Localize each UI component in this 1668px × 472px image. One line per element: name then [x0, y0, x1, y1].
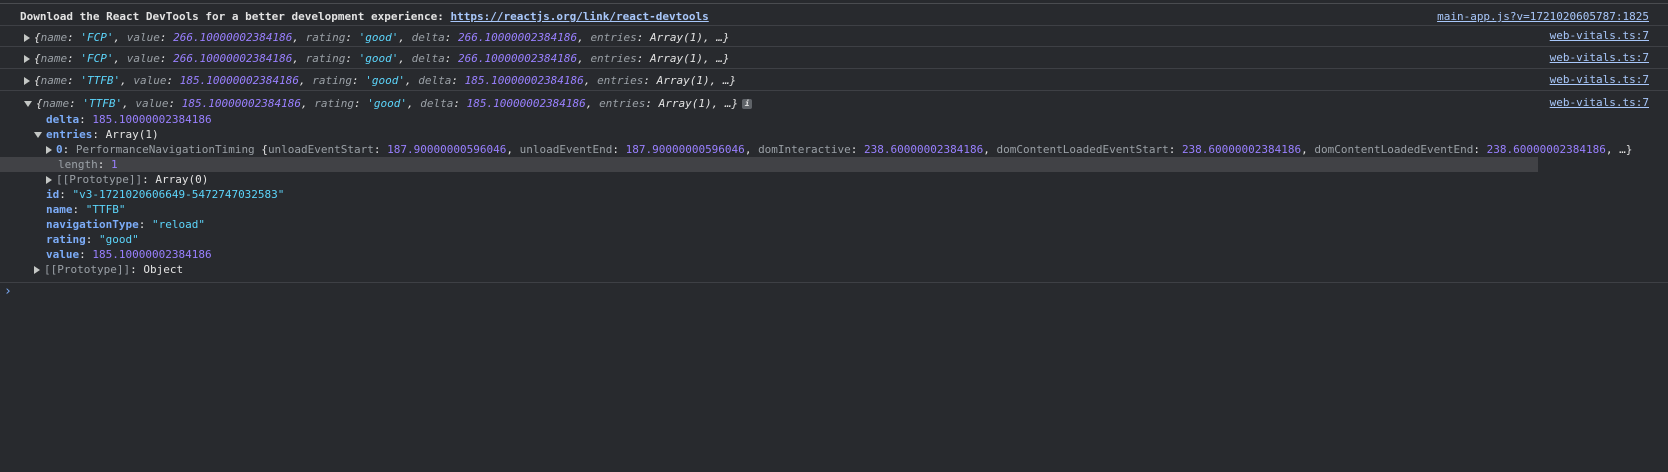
expand-triangle-icon[interactable]	[34, 266, 40, 274]
expand-triangle-icon[interactable]	[24, 77, 30, 85]
log-separator	[0, 25, 1668, 26]
collapse-triangle-icon[interactable]	[24, 101, 32, 107]
log-separator	[0, 90, 1668, 91]
prop-object-prototype[interactable]: [[Prototype]]: Object	[34, 262, 1668, 277]
log-source-link[interactable]: web-vitals.ts:7	[1550, 28, 1649, 43]
react-devtools-banner: Download the React DevTools for a better…	[20, 9, 1668, 24]
log-separator	[0, 46, 1668, 47]
log-separator	[0, 282, 1668, 283]
prop-delta: delta: 185.10000002384186	[46, 113, 212, 126]
console-prompt-icon[interactable]: ›	[4, 284, 12, 299]
prop-name: name: "TTFB"	[46, 203, 126, 216]
log-source-link[interactable]: web-vitals.ts:7	[1550, 50, 1649, 65]
log-source-link[interactable]: web-vitals.ts:7	[1550, 95, 1649, 110]
console-top-border	[0, 3, 1668, 4]
expand-triangle-icon[interactable]	[24, 34, 30, 42]
log-source-link[interactable]: web-vitals.ts:7	[1550, 72, 1649, 87]
prop-rating: rating: "good"	[46, 233, 139, 246]
react-devtools-link[interactable]: https://reactjs.org/link/react-devtools	[450, 10, 708, 23]
log-entry-ttfb-2[interactable]: {name: 'TTFB', value: 185.10000002384186…	[24, 96, 1668, 111]
expand-triangle-icon[interactable]	[46, 146, 52, 154]
entries-item-0[interactable]: 0: PerformanceNavigationTiming {unloadEv…	[46, 142, 1668, 157]
prop-navigation-type: navigationType: "reload"	[46, 218, 205, 231]
banner-source-link[interactable]: main-app.js?v=1721020605787:1825	[1437, 9, 1649, 24]
log-entry-ttfb-1[interactable]: {name: 'TTFB', value: 185.10000002384186…	[24, 73, 1668, 88]
log-entry-fcp-2[interactable]: {name: 'FCP', value: 266.10000002384186,…	[24, 51, 1668, 66]
prop-value: value: 185.10000002384186	[46, 248, 212, 261]
collapse-triangle-icon[interactable]	[34, 132, 42, 138]
banner-text: Download the React DevTools for a better…	[20, 10, 451, 23]
prop-id: id: "v3-1721020606649-5472747032583"	[46, 188, 285, 201]
log-entry-fcp-1[interactable]: {name: 'FCP', value: 266.10000002384186,…	[24, 30, 1668, 45]
prop-array-prototype[interactable]: [[Prototype]]: Array(0)	[46, 172, 1668, 187]
expand-triangle-icon[interactable]	[46, 176, 52, 184]
log-separator	[0, 68, 1668, 69]
info-icon[interactable]: i	[742, 99, 753, 109]
prop-entries[interactable]: entries: Array(1)	[34, 127, 1668, 142]
expand-triangle-icon[interactable]	[24, 55, 30, 63]
prop-length: length: 1	[58, 158, 118, 171]
